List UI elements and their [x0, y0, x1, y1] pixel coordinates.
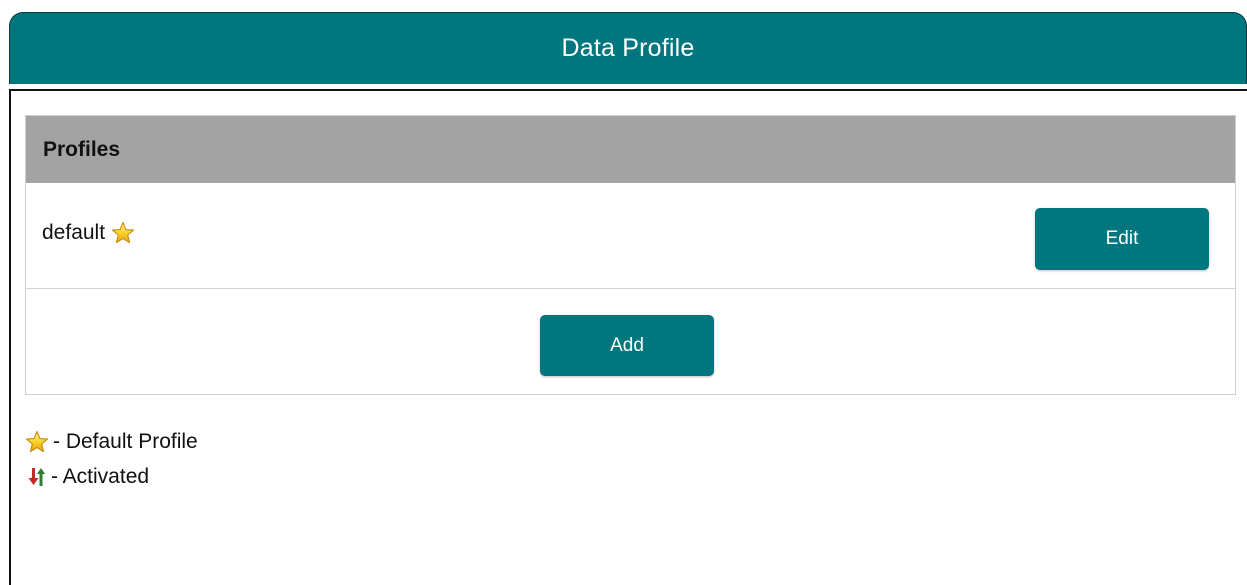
- legend-label-activated: - Activated: [51, 464, 150, 488]
- edit-button[interactable]: Edit: [1035, 208, 1209, 270]
- profile-name: default: [42, 221, 106, 244]
- legend-label-default: - Default Profile: [53, 429, 198, 453]
- profiles-panel: Profiles default Edit Add: [25, 115, 1236, 395]
- star-icon: [111, 221, 135, 245]
- legend-item-activated: - Activated: [25, 459, 198, 494]
- panel-heading: Profiles: [26, 116, 1235, 183]
- legend: - Default Profile - Activated: [25, 424, 198, 494]
- profile-name-wrap: default: [42, 221, 135, 245]
- add-button[interactable]: Add: [540, 315, 714, 376]
- legend-item-default: - Default Profile: [25, 424, 198, 459]
- page-title: Data Profile: [561, 34, 695, 62]
- panel-heading-title: Profiles: [43, 137, 121, 161]
- star-icon: [25, 430, 49, 454]
- add-row: Add: [26, 289, 1235, 393]
- header-bar: Data Profile: [9, 12, 1247, 84]
- activated-icon: [25, 466, 47, 488]
- profile-row: default Edit: [26, 183, 1235, 289]
